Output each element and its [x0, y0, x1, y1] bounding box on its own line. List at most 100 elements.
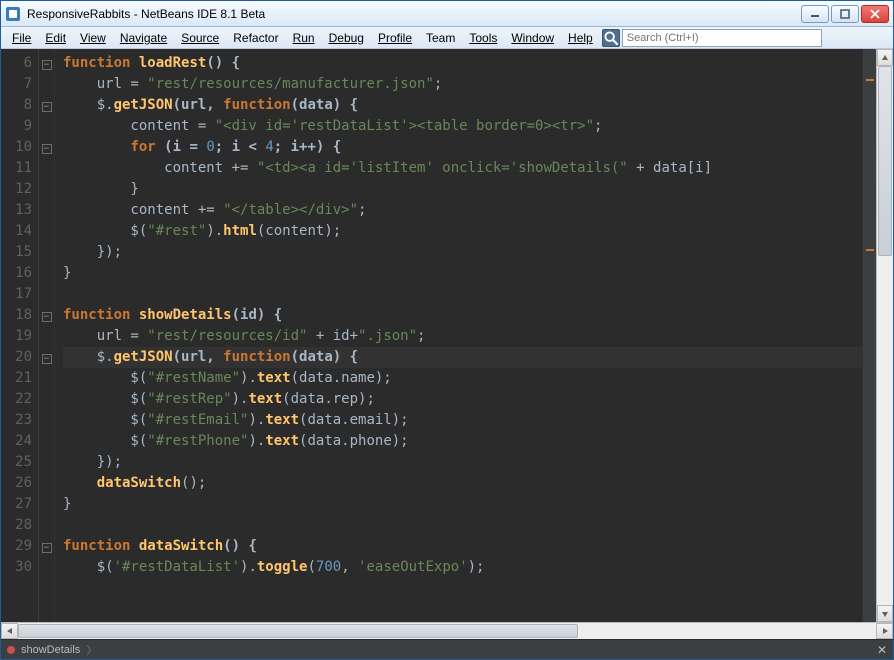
code-line[interactable]: content += "<td><a id='listItem' onclick…: [63, 158, 862, 179]
line-number[interactable]: 8: [1, 95, 32, 116]
menu-help[interactable]: Help: [561, 29, 600, 47]
line-number[interactable]: 30: [1, 557, 32, 578]
line-number[interactable]: 21: [1, 368, 32, 389]
menu-run[interactable]: Run: [286, 29, 322, 47]
close-button[interactable]: [861, 5, 889, 23]
code-line[interactable]: $("#restEmail").text(data.email);: [63, 410, 862, 431]
menu-refactor[interactable]: Refactor: [226, 29, 285, 47]
code-line[interactable]: });: [63, 452, 862, 473]
hscroll-thumb[interactable]: [18, 624, 578, 638]
fold-toggle[interactable]: −: [39, 305, 54, 326]
maximize-button[interactable]: [831, 5, 859, 23]
code-line[interactable]: });: [63, 242, 862, 263]
line-number[interactable]: 7: [1, 74, 32, 95]
line-number[interactable]: 17: [1, 284, 32, 305]
fold-column[interactable]: − − − − − −: [39, 49, 55, 622]
code-line[interactable]: for (i = 0; i < 4; i++) {: [63, 137, 862, 158]
code-line[interactable]: $.getJSON(url, function(data) {: [63, 95, 862, 116]
line-number[interactable]: 20: [1, 347, 32, 368]
line-number[interactable]: 28: [1, 515, 32, 536]
menu-file[interactable]: File: [5, 29, 38, 47]
line-number[interactable]: 25: [1, 452, 32, 473]
breadcrumb-close-icon[interactable]: ✕: [877, 643, 887, 657]
fold-toggle[interactable]: [39, 242, 54, 263]
scroll-right-button[interactable]: [876, 623, 893, 639]
code-line[interactable]: content = "<div id='restDataList'><table…: [63, 116, 862, 137]
code-line[interactable]: dataSwitch();: [63, 473, 862, 494]
fold-toggle[interactable]: −: [39, 137, 54, 158]
line-number[interactable]: 11: [1, 158, 32, 179]
scroll-up-button[interactable]: [877, 49, 893, 66]
fold-toggle[interactable]: [39, 368, 54, 389]
horizontal-scrollbar[interactable]: [1, 622, 893, 639]
code-line[interactable]: [63, 515, 862, 536]
fold-toggle[interactable]: [39, 158, 54, 179]
menu-edit[interactable]: Edit: [38, 29, 73, 47]
scroll-left-button[interactable]: [1, 623, 18, 639]
menu-debug[interactable]: Debug: [322, 29, 371, 47]
menu-team[interactable]: Team: [419, 29, 462, 47]
line-number[interactable]: 16: [1, 263, 32, 284]
line-number[interactable]: 9: [1, 116, 32, 137]
menu-navigate[interactable]: Navigate: [113, 29, 174, 47]
fold-toggle[interactable]: −: [39, 95, 54, 116]
code-line[interactable]: function showDetails(id) {: [63, 305, 862, 326]
code-line[interactable]: $("#rest").html(content);: [63, 221, 862, 242]
code-line[interactable]: $.getJSON(url, function(data) {: [63, 347, 862, 368]
scroll-down-button[interactable]: [877, 605, 893, 622]
fold-toggle[interactable]: [39, 389, 54, 410]
error-stripe[interactable]: [862, 49, 876, 622]
line-number[interactable]: 23: [1, 410, 32, 431]
fold-toggle[interactable]: [39, 473, 54, 494]
scroll-thumb[interactable]: [878, 66, 892, 256]
code-line[interactable]: url = "rest/resources/id" + id+".json";: [63, 326, 862, 347]
code-line[interactable]: url = "rest/resources/manufacturer.json"…: [63, 74, 862, 95]
code-line[interactable]: function loadRest() {: [63, 53, 862, 74]
line-number[interactable]: 10: [1, 137, 32, 158]
fold-toggle[interactable]: [39, 74, 54, 95]
code-line[interactable]: [63, 284, 862, 305]
code-line[interactable]: }: [63, 263, 862, 284]
fold-toggle[interactable]: [39, 494, 54, 515]
line-number[interactable]: 22: [1, 389, 32, 410]
code-line[interactable]: $('#restDataList').toggle(700, 'easeOutE…: [63, 557, 862, 578]
line-number[interactable]: 15: [1, 242, 32, 263]
breadcrumb-symbol[interactable]: showDetails: [21, 644, 80, 656]
fold-toggle[interactable]: −: [39, 536, 54, 557]
code-line[interactable]: $("#restPhone").text(data.phone);: [63, 431, 862, 452]
fold-toggle[interactable]: [39, 116, 54, 137]
fold-toggle[interactable]: −: [39, 53, 54, 74]
line-number[interactable]: 29: [1, 536, 32, 557]
search-input[interactable]: [622, 29, 822, 47]
fold-toggle[interactable]: [39, 515, 54, 536]
line-number[interactable]: 13: [1, 200, 32, 221]
stripe-mark[interactable]: [866, 249, 874, 251]
fold-toggle[interactable]: [39, 431, 54, 452]
line-number[interactable]: 14: [1, 221, 32, 242]
fold-toggle[interactable]: [39, 284, 54, 305]
scroll-track[interactable]: [877, 66, 893, 605]
fold-toggle[interactable]: −: [39, 347, 54, 368]
line-number[interactable]: 12: [1, 179, 32, 200]
menu-profile[interactable]: Profile: [371, 29, 419, 47]
stripe-mark[interactable]: [866, 79, 874, 81]
line-number[interactable]: 26: [1, 473, 32, 494]
code-line[interactable]: $("#restRep").text(data.rep);: [63, 389, 862, 410]
menu-tools[interactable]: Tools: [462, 29, 504, 47]
minimize-button[interactable]: [801, 5, 829, 23]
line-number[interactable]: 19: [1, 326, 32, 347]
hscroll-track[interactable]: [18, 623, 876, 639]
line-number[interactable]: 24: [1, 431, 32, 452]
code-line[interactable]: content += "</table></div>";: [63, 200, 862, 221]
fold-toggle[interactable]: [39, 326, 54, 347]
code-area[interactable]: function loadRest() { url = "rest/resour…: [55, 49, 862, 622]
code-line[interactable]: }: [63, 494, 862, 515]
fold-toggle[interactable]: [39, 200, 54, 221]
menu-source[interactable]: Source: [174, 29, 226, 47]
line-number-gutter[interactable]: 6789101112131415161718192021222324252627…: [1, 49, 39, 622]
fold-toggle[interactable]: [39, 410, 54, 431]
code-line[interactable]: $("#restName").text(data.name);: [63, 368, 862, 389]
titlebar[interactable]: ResponsiveRabbits - NetBeans IDE 8.1 Bet…: [1, 1, 893, 27]
line-number[interactable]: 27: [1, 494, 32, 515]
fold-toggle[interactable]: [39, 179, 54, 200]
